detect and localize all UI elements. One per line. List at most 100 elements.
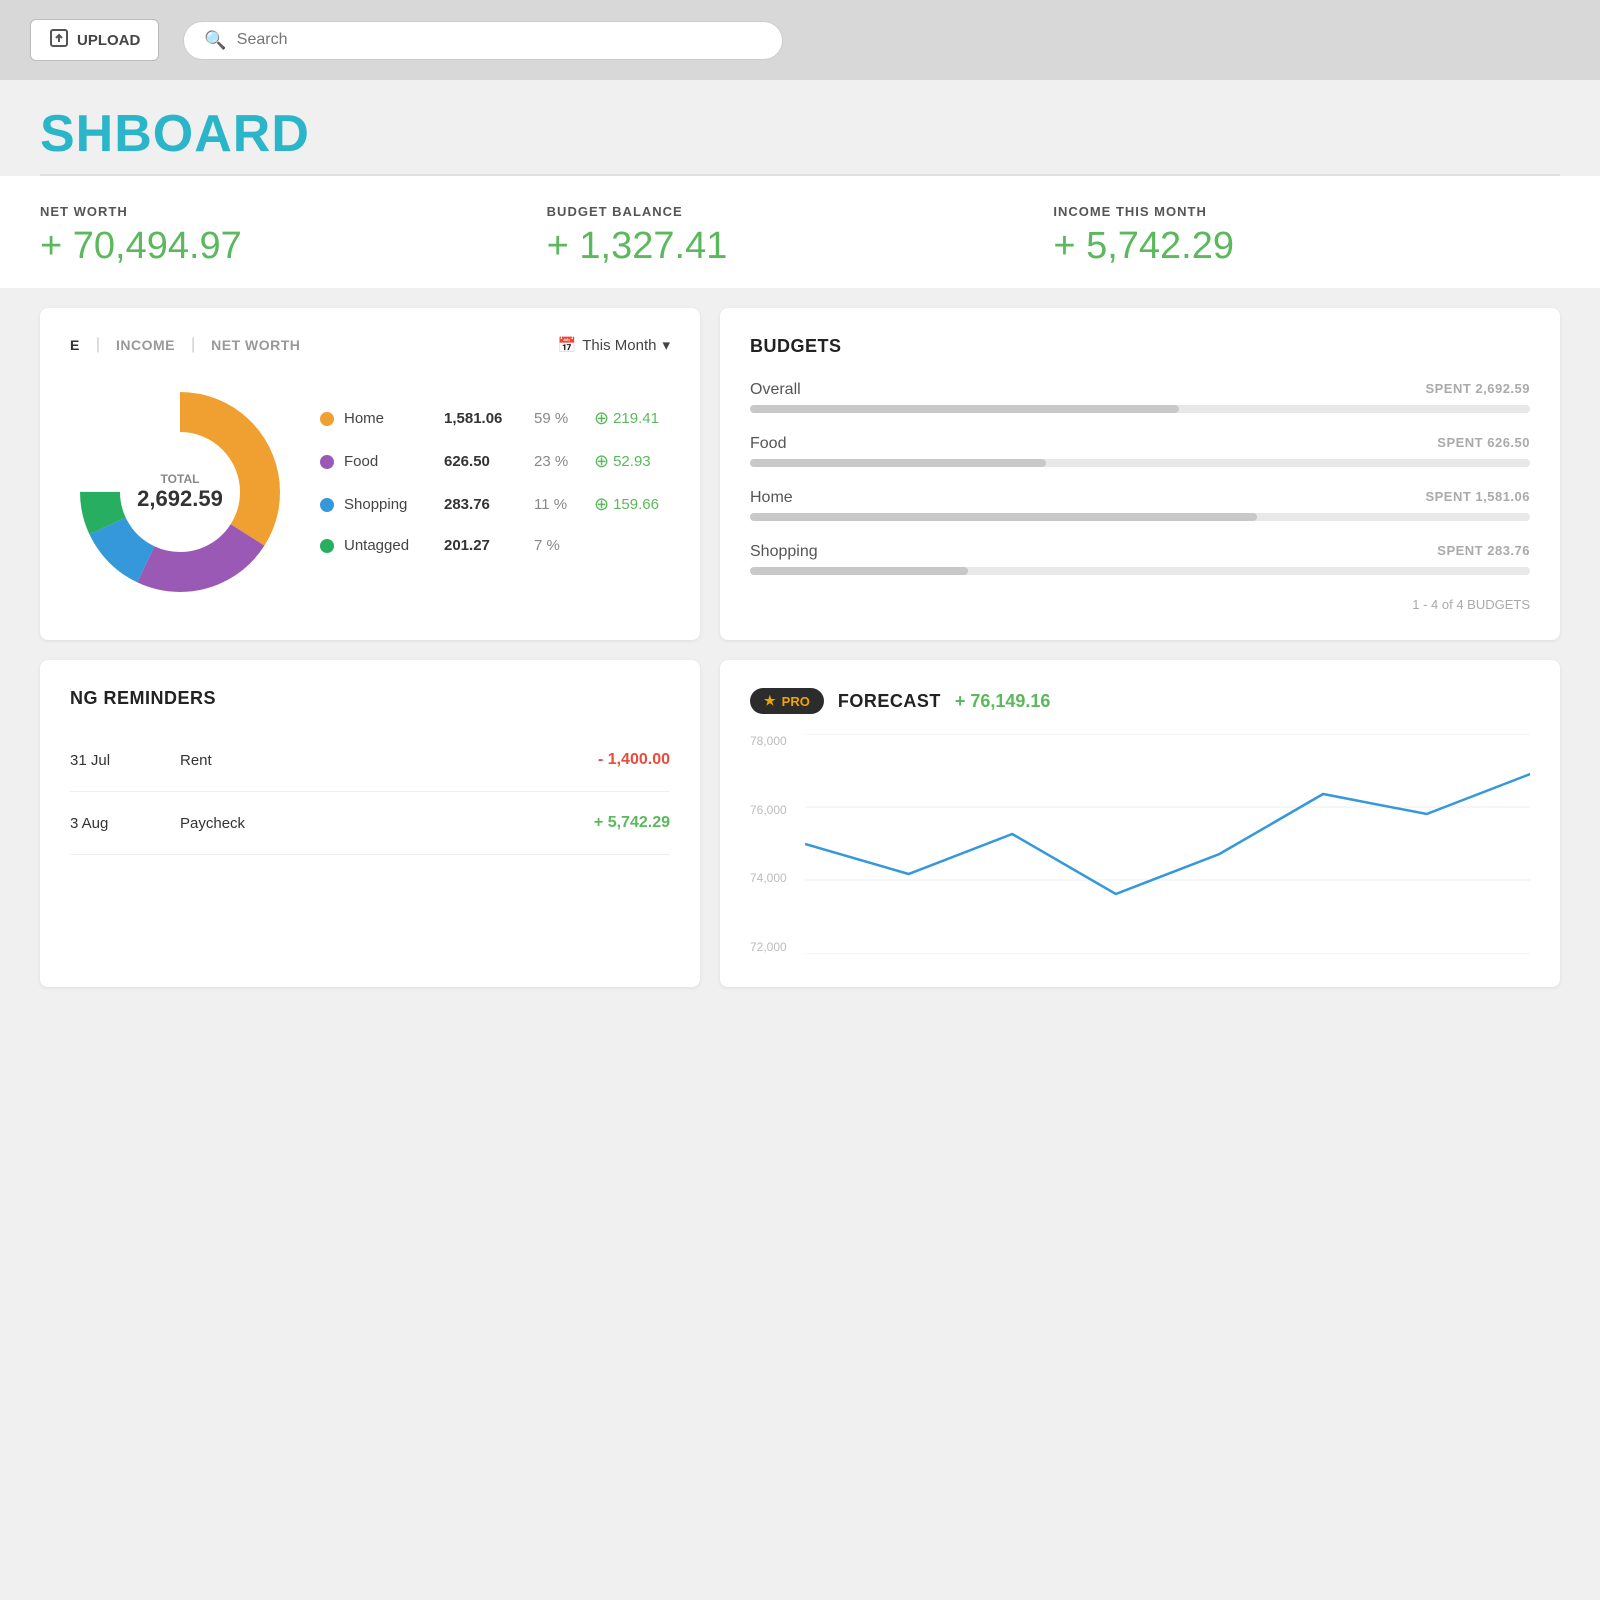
budget-item-food: Food SPENT 626.50 bbox=[750, 435, 1530, 467]
legend-amount-home: 1,581.06 bbox=[444, 410, 524, 427]
period-selector[interactable]: 📅 This Month ▾ bbox=[558, 336, 670, 354]
net-worth-block: NET WORTH + 70,494.97 bbox=[40, 204, 547, 268]
legend-pct-shopping: 11 % bbox=[534, 496, 584, 513]
budget-shopping-spent: SPENT 283.76 bbox=[1437, 543, 1530, 561]
tab-income[interactable]: INCOME bbox=[116, 337, 191, 353]
budget-home-header: Home SPENT 1,581.06 bbox=[750, 489, 1530, 507]
forecast-panel: ★ PRO FORECAST + 76,149.16 78,000 76,000… bbox=[720, 660, 1560, 987]
search-input[interactable] bbox=[237, 31, 763, 49]
legend-name-shopping: Shopping bbox=[344, 496, 434, 513]
budget-food-spent: SPENT 626.50 bbox=[1437, 435, 1530, 453]
period-label: This Month bbox=[582, 337, 656, 354]
list-item: Shopping 283.76 11 % ⊕ 159.66 bbox=[320, 494, 670, 515]
donut-total-value: 2,692.59 bbox=[137, 486, 223, 512]
donut-total-label: TOTAL bbox=[137, 472, 223, 486]
legend-name-home: Home bbox=[344, 410, 434, 427]
legend-delta-food: ⊕ 52.93 bbox=[594, 451, 651, 472]
reminder-amount-paycheck: + 5,742.29 bbox=[594, 814, 670, 832]
tab-networth[interactable]: NET WORTH bbox=[211, 337, 316, 353]
star-icon: ★ bbox=[764, 693, 776, 709]
pro-badge: ★ PRO bbox=[750, 688, 824, 714]
budget-item-overall: Overall SPENT 2,692.59 bbox=[750, 381, 1530, 413]
budget-shopping-bar-fill bbox=[750, 567, 968, 575]
budget-balance-value: + 1,327.41 bbox=[547, 225, 1014, 268]
reminder-date-rent: 31 Jul bbox=[70, 752, 160, 769]
legend-dot-shopping bbox=[320, 498, 334, 512]
spending-panel: E | INCOME | NET WORTH 📅 This Month ▾ bbox=[40, 308, 700, 640]
tab-sep-2: | bbox=[191, 336, 195, 354]
reminder-name-rent: Rent bbox=[180, 752, 578, 769]
budgets-panel: BUDGETS Overall SPENT 2,692.59 Food SPEN… bbox=[720, 308, 1560, 640]
budget-overall-spent: SPENT 2,692.59 bbox=[1425, 381, 1530, 399]
net-worth-label: NET WORTH bbox=[40, 204, 507, 219]
reminders-title: NG REMINDERS bbox=[70, 688, 670, 709]
reminder-date-paycheck: 3 Aug bbox=[70, 815, 160, 832]
legend-dot-home bbox=[320, 412, 334, 426]
legend-pct-home: 59 % bbox=[534, 410, 584, 427]
chart-content: TOTAL 2,692.59 Home 1,581.06 59 % ⊕ 219.… bbox=[70, 382, 670, 602]
forecast-title: FORECAST bbox=[838, 691, 941, 712]
legend-delta-home: ⊕ 219.41 bbox=[594, 408, 659, 429]
search-icon: 🔍 bbox=[204, 30, 226, 51]
chevron-down-icon: ▾ bbox=[662, 336, 670, 354]
tab-spending[interactable]: E bbox=[70, 337, 96, 353]
upload-icon bbox=[49, 28, 69, 52]
legend-amount-untagged: 201.27 bbox=[444, 537, 524, 554]
budget-food-bar-bg bbox=[750, 459, 1530, 467]
donut-center: TOTAL 2,692.59 bbox=[137, 472, 223, 512]
up-circle-icon-food: ⊕ bbox=[594, 451, 609, 472]
panel-tabs: E | INCOME | NET WORTH 📅 This Month ▾ bbox=[70, 336, 670, 354]
legend-name-untagged: Untagged bbox=[344, 537, 434, 554]
calendar-icon: 📅 bbox=[558, 336, 577, 354]
budget-shopping-header: Shopping SPENT 283.76 bbox=[750, 543, 1530, 561]
legend-dot-food bbox=[320, 455, 334, 469]
reminder-amount-rent: - 1,400.00 bbox=[598, 751, 670, 769]
upload-button[interactable]: UPLOAD bbox=[30, 19, 159, 61]
legend-delta-shopping: ⊕ 159.66 bbox=[594, 494, 659, 515]
budget-balance-block: BUDGET BALANCE + 1,327.41 bbox=[547, 204, 1054, 268]
forecast-header: ★ PRO FORECAST + 76,149.16 bbox=[750, 688, 1530, 714]
up-circle-icon: ⊕ bbox=[594, 408, 609, 429]
tab-sep-1: | bbox=[96, 336, 100, 354]
topbar: UPLOAD 🔍 bbox=[0, 0, 1600, 80]
budget-overall-name: Overall bbox=[750, 381, 801, 399]
list-item: Food 626.50 23 % ⊕ 52.93 bbox=[320, 451, 670, 472]
budget-shopping-name: Shopping bbox=[750, 543, 818, 561]
budget-overall-bar-fill bbox=[750, 405, 1179, 413]
y-label-78: 78,000 bbox=[750, 734, 787, 748]
net-worth-value: + 70,494.97 bbox=[40, 225, 507, 268]
budget-overall-bar-bg bbox=[750, 405, 1530, 413]
pro-label: PRO bbox=[782, 694, 810, 709]
budget-food-header: Food SPENT 626.50 bbox=[750, 435, 1530, 453]
forecast-chart: 78,000 76,000 74,000 72,000 bbox=[750, 734, 1530, 959]
budget-food-name: Food bbox=[750, 435, 786, 453]
list-item: Home 1,581.06 59 % ⊕ 219.41 bbox=[320, 408, 670, 429]
income-value: + 5,742.29 bbox=[1053, 225, 1520, 268]
forecast-svg-wrap bbox=[805, 734, 1530, 959]
y-label-74: 74,000 bbox=[750, 871, 787, 885]
legend-name-food: Food bbox=[344, 453, 434, 470]
reminder-item-paycheck: 3 Aug Paycheck + 5,742.29 bbox=[70, 792, 670, 855]
page-title: SHBOARD bbox=[0, 80, 1600, 174]
reminders-panel: NG REMINDERS 31 Jul Rent - 1,400.00 3 Au… bbox=[40, 660, 700, 987]
upload-label: UPLOAD bbox=[77, 32, 140, 49]
up-circle-icon-shopping: ⊕ bbox=[594, 494, 609, 515]
budget-food-bar-fill bbox=[750, 459, 1046, 467]
reminder-item-rent: 31 Jul Rent - 1,400.00 bbox=[70, 729, 670, 792]
income-label: INCOME THIS MONTH bbox=[1053, 204, 1520, 219]
y-label-76: 76,000 bbox=[750, 803, 787, 817]
legend-amount-food: 626.50 bbox=[444, 453, 524, 470]
budget-home-bar-bg bbox=[750, 513, 1530, 521]
legend-pct-food: 23 % bbox=[534, 453, 584, 470]
list-item: Untagged 201.27 7 % bbox=[320, 537, 670, 554]
budget-item-home: Home SPENT 1,581.06 bbox=[750, 489, 1530, 521]
forecast-value: + 76,149.16 bbox=[955, 691, 1051, 712]
income-block: INCOME THIS MONTH + 5,742.29 bbox=[1053, 204, 1560, 268]
search-bar[interactable]: 🔍 bbox=[183, 21, 783, 60]
budget-overall-header: Overall SPENT 2,692.59 bbox=[750, 381, 1530, 399]
budgets-title: BUDGETS bbox=[750, 336, 1530, 357]
main-content: E | INCOME | NET WORTH 📅 This Month ▾ bbox=[0, 288, 1600, 660]
budget-home-name: Home bbox=[750, 489, 793, 507]
chart-legend: Home 1,581.06 59 % ⊕ 219.41 Food 626.50 … bbox=[320, 408, 670, 576]
legend-pct-untagged: 7 % bbox=[534, 537, 584, 554]
